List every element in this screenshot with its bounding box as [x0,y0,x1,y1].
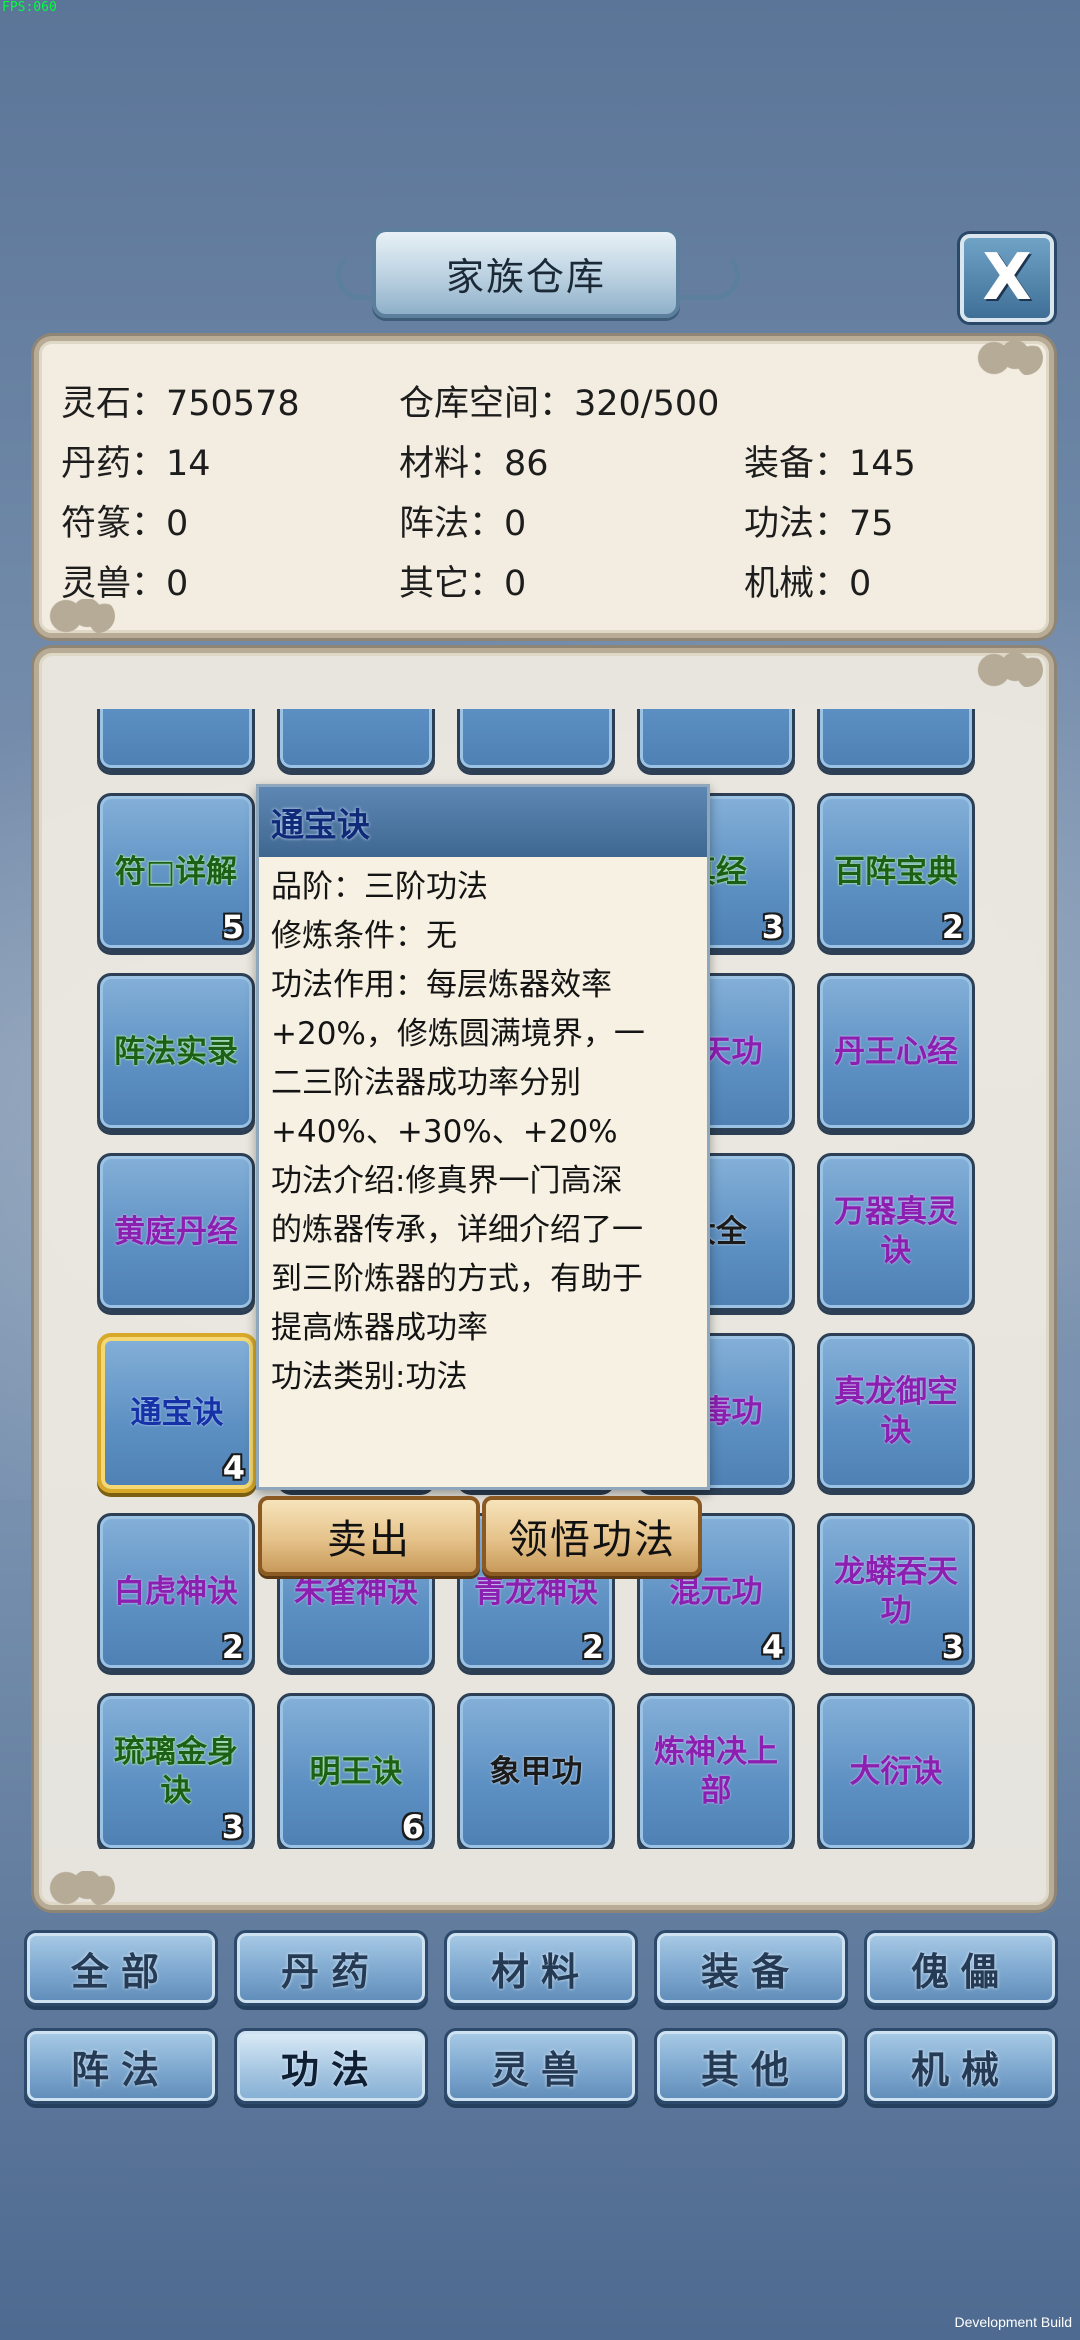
item-slot[interactable]: 阵法实录 [97,973,255,1131]
tooltip-line: 功法介绍:修真界一门高深 [271,1163,623,1199]
item-name: 琉璃金身诀 [114,1734,238,1809]
item-name: 明王诀 [309,1753,403,1790]
category-tab[interactable]: 傀儡 [864,1930,1058,2006]
fps-counter: FPS:060 [2,0,57,15]
item-name: 万器真灵诀 [834,1194,958,1269]
cloud-ornament-icon [45,1871,115,1905]
item-name: 混元功 [669,1573,763,1610]
item-name: 阵法实录 [114,1033,238,1070]
item-slot[interactable] [277,709,435,771]
item-name: 大衍诀 [849,1753,943,1790]
item-slot[interactable]: 丹王心经 [817,973,975,1131]
item-count: 4 [222,1449,245,1487]
item-slot[interactable]: 真龙御空诀 [817,1333,975,1491]
item-name: 真龙御空诀 [834,1374,958,1449]
category-tab[interactable]: 机械 [864,2028,1058,2104]
tooltip-line: +20%，修炼圆满境界，一 [271,1016,645,1052]
tooltip-line: 的炼器传承，详细介绍了一 [271,1212,643,1248]
tooltip-line: 修炼条件：无 [271,918,457,954]
item-name: 黄庭丹经 [114,1213,238,1250]
tooltip-header: 通宝诀 [259,787,707,857]
close-button[interactable]: X [960,234,1054,322]
tooltip-line: 二三阶法器成功率分别 [271,1065,581,1101]
item-slot[interactable]: 炼神决上部 [637,1693,795,1849]
stats-panel: 灵石：750578 仓库空间：320/500 丹药：14 材料：86 装备：14… [34,336,1054,638]
tooltip-body: 品阶：三阶功法 修炼条件：无功法作用：每层炼器效率 +20%，修炼圆满境界，一 二三阶… [259,857,707,1402]
item-slot[interactable]: 琉璃金身诀 3 [97,1693,255,1849]
item-count: 5 [221,908,244,946]
item-slot[interactable] [457,709,615,771]
item-slot[interactable]: 黄庭丹经 [97,1153,255,1311]
category-tab[interactable]: 功法 [234,2028,428,2104]
category-tab[interactable]: 丹药 [234,1930,428,2006]
stat-beasts: 灵兽：0 [61,564,189,604]
category-tab[interactable]: 全部 [24,1930,218,2006]
category-tab[interactable]: 装备 [654,1930,848,2006]
tooltip-line: 功法类别:功法 [271,1359,468,1395]
item-slot[interactable]: 大衍诀 [817,1693,975,1849]
item-slot[interactable]: 符□详解 5 [97,793,255,951]
item-count: 6 [401,1808,424,1846]
item-name: 白虎神诀 [114,1573,238,1610]
item-name: 炼神决上部 [654,1734,778,1809]
stat-spirit-stone: 灵石：750578 [61,384,300,424]
item-count: 3 [761,908,784,946]
stat-talismans: 符篆：0 [61,504,189,544]
item-slot[interactable]: 万器真灵诀 [817,1153,975,1311]
category-tab[interactable]: 其他 [654,2028,848,2104]
item-slot[interactable] [637,709,795,771]
learn-technique-button[interactable]: 领悟功法 [482,1496,702,1576]
title-plate: 家族仓库 [372,228,680,318]
category-tab[interactable]: 材料 [444,1930,638,2006]
item-slot[interactable]: 百阵宝典 2 [817,793,975,951]
tooltip-line: 提高炼器成功率 [271,1310,488,1346]
tooltip-line: 到三阶炼器的方式，有助于 [271,1261,643,1297]
item-count: 3 [221,1808,244,1846]
item-name: 龙蟒吞天功 [834,1554,958,1629]
item-slot[interactable]: 明王诀 6 [277,1693,435,1849]
item-slot[interactable]: 象甲功 [457,1693,615,1849]
stat-equipment: 装备：145 [744,444,916,484]
cloud-ornament-icon [973,341,1043,375]
item-slot[interactable]: 龙蟒吞天功 3 [817,1513,975,1671]
stat-formations: 阵法：0 [399,504,527,544]
item-name: 通宝诀 [130,1394,224,1431]
item-slot[interactable] [817,709,975,771]
stat-others: 其它：0 [399,564,527,604]
page-title: 家族仓库 [445,254,606,299]
item-name: 百阵宝典 [834,853,958,890]
item-tooltip: 通宝诀 品阶：三阶功法 修炼条件：无功法作用：每层炼器效率 +20%，修炼圆满境界，… [256,784,710,1490]
stat-pills: 丹药：14 [61,444,211,484]
item-count: 2 [941,908,964,946]
tooltip-line: 功法作用：每层炼器效率 [271,967,612,1003]
item-slot[interactable] [97,709,255,771]
item-count: 4 [761,1628,784,1666]
cloud-ornament-icon [973,653,1043,687]
item-name: 青龙神诀 [474,1573,598,1610]
tooltip-title: 通宝诀 [271,805,370,844]
stat-storage: 仓库空间：320/500 [399,384,720,424]
item-slot[interactable]: 白虎神诀 2 [97,1513,255,1671]
item-count: 2 [581,1628,604,1666]
tooltip-line: 品阶：三阶功法 [271,869,488,905]
stat-machinery: 机械：0 [744,564,872,604]
tooltip-line: +40%、+30%、+20% [271,1114,618,1150]
item-name: 符□详解 [114,853,238,890]
category-tab[interactable]: 灵兽 [444,2028,638,2104]
item-count: 3 [941,1628,964,1666]
stat-techniques: 功法：75 [744,504,894,544]
item-name: 象甲功 [489,1753,583,1790]
stat-materials: 材料：86 [399,444,549,484]
item-count: 2 [221,1628,244,1666]
sell-button[interactable]: 卖出 [258,1496,480,1576]
category-tab[interactable]: 阵法 [24,2028,218,2104]
item-name: 丹王心经 [834,1033,958,1070]
development-build-label: Development Build [954,2314,1072,2330]
item-name: 朱雀神诀 [294,1573,418,1610]
item-slot[interactable]: 通宝诀 4 [97,1333,257,1493]
